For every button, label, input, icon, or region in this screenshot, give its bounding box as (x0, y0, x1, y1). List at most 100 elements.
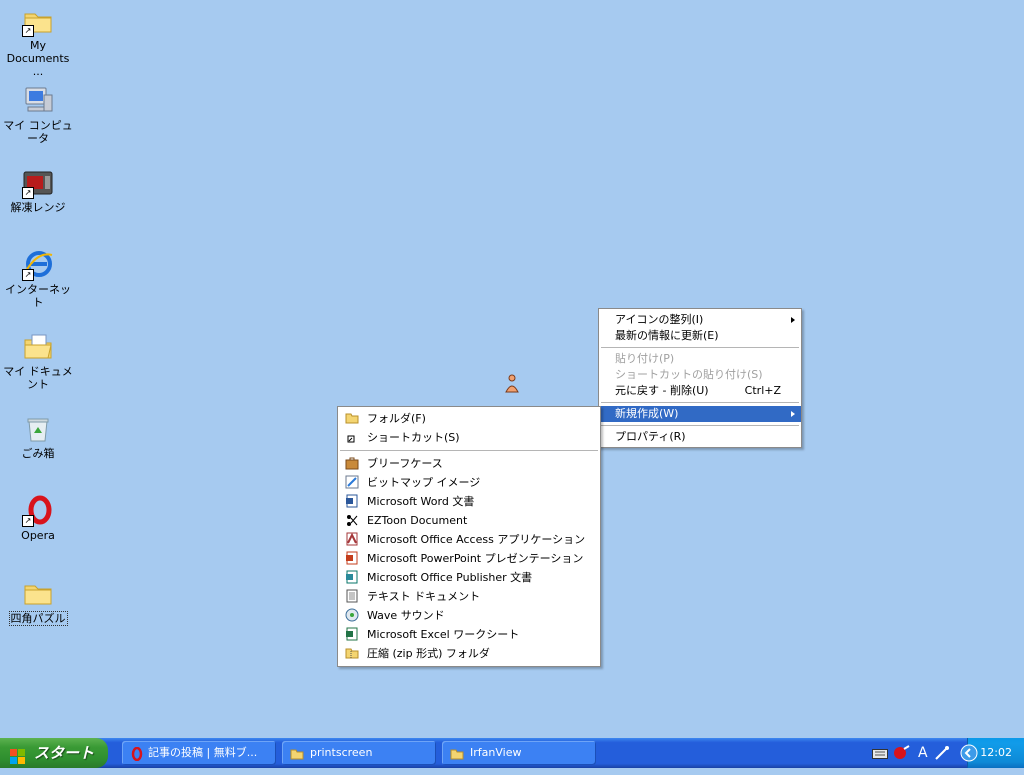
taskbar-button-opera[interactable]: 記事の投稿 | 無料ブ... (122, 741, 276, 765)
menu-item-label: Microsoft PowerPoint プレゼンテーション (367, 552, 584, 565)
recycle-bin-icon (22, 413, 54, 445)
wave-sound-icon (345, 608, 359, 622)
desktop-icon-label: 解凍レンジ (10, 201, 66, 214)
menu-item-label: Microsoft Word 文書 (367, 495, 475, 508)
menu-item-label: EZToon Document (367, 514, 468, 527)
system-tray: 12:02 (960, 738, 1024, 768)
desktop-icon-opera[interactable]: ↗ Opera (0, 495, 76, 542)
new-item-shortcut[interactable]: ショートカット(S) (338, 428, 600, 447)
text-document-icon (345, 589, 359, 603)
start-button[interactable]: スタート (0, 738, 108, 768)
bitmap-icon (345, 475, 359, 489)
menu-item-label: Wave サウンド (367, 609, 445, 622)
eztoon-icon (345, 513, 359, 527)
menu-item-label: Microsoft Office Publisher 文書 (367, 571, 533, 584)
menu-item-label: フォルダ(F) (367, 412, 426, 425)
menu-item-label: 新規作成(W) (615, 407, 679, 420)
taskbar-button-irfanview[interactable]: IrfanView (442, 741, 596, 765)
menu-separator (340, 450, 598, 451)
new-item-zip-folder[interactable]: 圧縮 (zip 形式) フォルダ (338, 644, 600, 663)
menu-item-label: ビットマップ イメージ (367, 476, 481, 489)
new-item-text-document[interactable]: テキスト ドキュメント (338, 587, 600, 606)
menu-item-arrange-icons[interactable]: アイコンの整列(I) (599, 312, 801, 328)
desktop-icon-kaitou-range[interactable]: ↗ 解凍レンジ (0, 167, 76, 214)
excel-icon (345, 627, 359, 641)
new-item-powerpoint[interactable]: Microsoft PowerPoint プレゼンテーション (338, 549, 600, 568)
windows-logo-icon (10, 745, 26, 764)
desktop-icon-label: Opera (21, 529, 55, 542)
opera-icon: ↗ (22, 495, 54, 527)
menu-item-paste-shortcut[interactable]: ショートカットの貼り付け(S) (599, 367, 801, 383)
new-item-access[interactable]: Microsoft Office Access アプリケーション (338, 530, 600, 549)
new-item-word[interactable]: Microsoft Word 文書 (338, 492, 600, 511)
desktop-icon-recycle-bin[interactable]: ごみ箱 (0, 413, 76, 460)
ime-icon[interactable] (892, 745, 910, 761)
mouse-cursor-icon (503, 374, 521, 394)
menu-item-label: 貼り付け(P) (615, 352, 675, 365)
menu-item-label: Microsoft Office Access アプリケーション (367, 533, 586, 546)
my-computer-icon (22, 85, 54, 117)
new-item-excel[interactable]: Microsoft Excel ワークシート (338, 625, 600, 644)
shortcut-arrow-icon: ↗ (22, 515, 34, 527)
folder-icon (290, 746, 304, 760)
new-item-folder[interactable]: フォルダ(F) (338, 409, 600, 428)
start-label: スタート (34, 744, 95, 762)
desktop-icon-my-documents[interactable]: マイ ドキュメント (0, 331, 76, 391)
publisher-icon (345, 570, 359, 584)
desktop-icon-my-computer[interactable]: マイ コンピュータ (0, 85, 76, 145)
desktop-icon-shikaku-puzzle[interactable]: 四角パズル (0, 577, 76, 626)
menu-item-paste[interactable]: 貼り付け(P) (599, 351, 801, 367)
access-icon (345, 532, 359, 546)
word-icon (345, 494, 359, 508)
folder-icon (345, 411, 359, 425)
chevron-left-icon[interactable] (960, 744, 978, 762)
desktop-icon-label: マイ コンピュータ (3, 119, 73, 145)
powerpoint-icon (345, 551, 359, 565)
desktop-icon-label: マイ ドキュメント (3, 365, 73, 391)
menu-item-undo-delete[interactable]: 元に戻す - 削除(U) Ctrl+Z (599, 383, 801, 399)
menu-item-shortcut: Ctrl+Z (744, 384, 781, 397)
desktop-icon-label: ごみ箱 (21, 447, 55, 460)
keyboard-icon[interactable] (872, 749, 888, 759)
menu-item-label: Microsoft Excel ワークシート (367, 628, 520, 641)
desktop-icon-label: 四角パズル (8, 611, 68, 626)
new-item-eztoon[interactable]: EZToon Document (338, 511, 600, 530)
menu-item-refresh[interactable]: 最新の情報に更新(E) (599, 328, 801, 344)
desktop-icon-internet[interactable]: ↗ インターネット (0, 249, 76, 309)
opera-icon (130, 746, 144, 762)
submenu-arrow-icon (791, 317, 795, 323)
menu-item-label: ショートカットの貼り付け(S) (615, 368, 763, 381)
new-item-bitmap[interactable]: ビットマップ イメージ (338, 473, 600, 492)
taskbar-button-printscreen[interactable]: printscreen (282, 741, 436, 765)
submenu-arrow-icon (791, 411, 795, 417)
desktop-icon-my-documents-shortcut[interactable]: ↗ My Documents ... (0, 5, 76, 78)
folder-icon (450, 746, 464, 760)
new-item-briefcase[interactable]: ブリーフケース (338, 454, 600, 473)
microwave-icon: ↗ (22, 167, 54, 199)
internet-explorer-icon: ↗ (22, 249, 54, 281)
menu-item-new[interactable]: 新規作成(W) (599, 406, 801, 422)
shortcut-icon (345, 430, 359, 444)
folder-icon: ↗ (22, 5, 54, 37)
new-item-publisher[interactable]: Microsoft Office Publisher 文書 (338, 568, 600, 587)
new-item-wave-sound[interactable]: Wave サウンド (338, 606, 600, 625)
menu-item-label: 元に戻す - 削除(U) (615, 384, 709, 397)
task-label: IrfanView (470, 746, 522, 759)
input-mode-icon[interactable]: A (918, 744, 930, 762)
menu-item-label: プロパティ(R) (615, 430, 686, 443)
ime-tools-icon[interactable] (934, 745, 950, 761)
task-label: printscreen (310, 746, 373, 759)
menu-separator (601, 347, 799, 348)
menu-item-label: 圧縮 (zip 形式) フォルダ (367, 647, 490, 660)
menu-separator (601, 425, 799, 426)
clock[interactable]: 12:02 (980, 738, 1012, 768)
menu-item-label: テキスト ドキュメント (367, 590, 481, 603)
shortcut-arrow-icon: ↗ (22, 25, 34, 37)
shortcut-arrow-icon: ↗ (22, 187, 34, 199)
zip-folder-icon (345, 646, 359, 660)
desktop-context-menu: アイコンの整列(I) 最新の情報に更新(E) 貼り付け(P) ショートカットの貼… (598, 308, 802, 448)
menu-item-properties[interactable]: プロパティ(R) (599, 429, 801, 445)
menu-separator (601, 402, 799, 403)
shortcut-arrow-icon: ↗ (22, 269, 34, 281)
taskbar: スタート 記事の投稿 | 無料ブ... printscreen IrfanVie… (0, 738, 1024, 768)
